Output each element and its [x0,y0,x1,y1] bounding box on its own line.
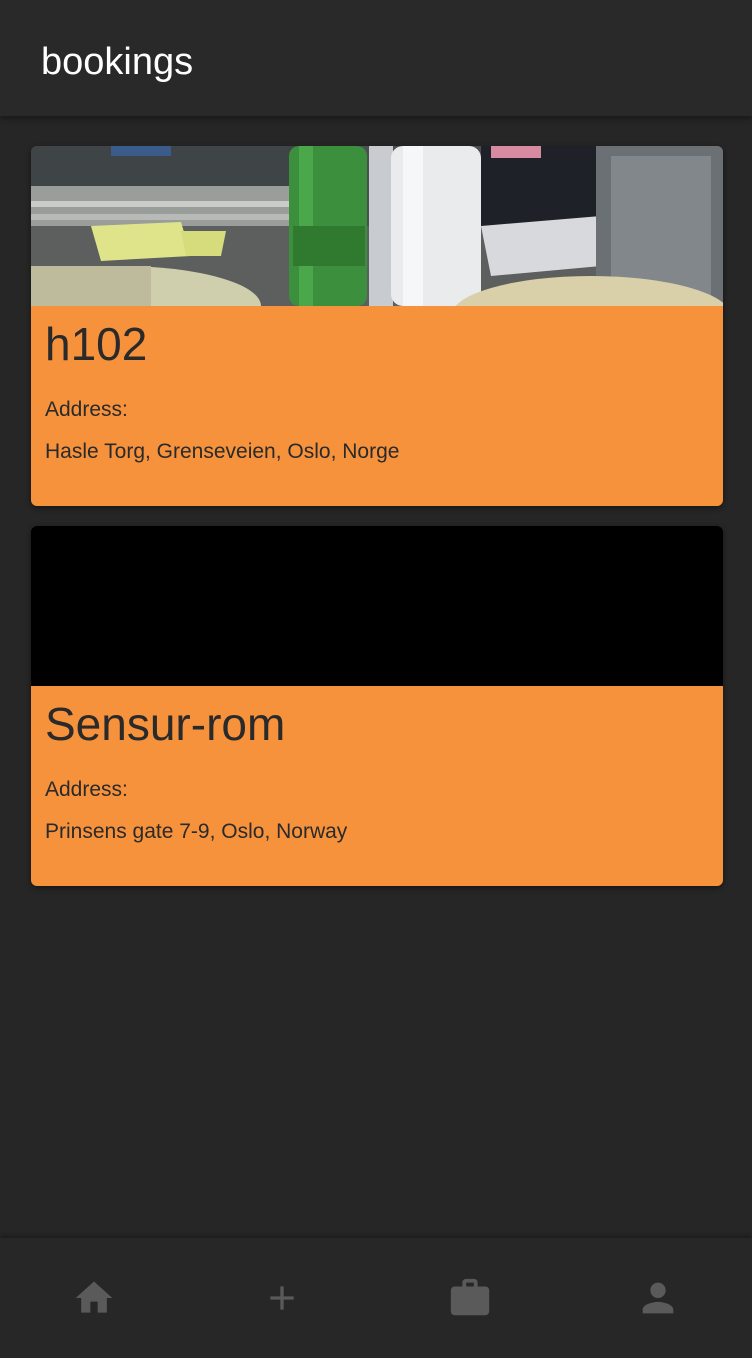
plus-icon [270,1286,294,1310]
booking-card[interactable]: Sensur-rom Address: Prinsens gate 7-9, O… [31,526,723,886]
address-label: Address: [45,778,128,801]
booking-address: Hasle Torg, Grenseveien, Oslo, Norge [45,440,400,463]
booking-name: h102 [45,318,148,370]
booking-address: Prinsens gate 7-9, Oslo, Norway [45,820,348,843]
booking-name: Sensur-rom [45,698,286,750]
booking-image [31,146,723,306]
home-icon [75,1281,113,1313]
room-photo [31,146,723,306]
booking-card-body: h102 Address: Hasle Torg, Grenseveien, O… [31,306,723,506]
booking-card[interactable]: h102 Address: Hasle Torg, Grenseveien, O… [31,146,723,506]
page-title: bookings [41,41,194,83]
black-placeholder [31,526,723,686]
top-app-bar: bookings [0,0,752,116]
briefcase-icon [450,1278,490,1316]
nav-profile[interactable] [564,1238,752,1358]
nav-home[interactable] [0,1238,188,1358]
nav-add[interactable] [188,1238,376,1358]
booking-card-body: Sensur-rom Address: Prinsens gate 7-9, O… [31,686,723,886]
bottom-navigation [0,1238,752,1358]
booking-image [31,526,723,686]
app: bookings h102 Address: Hasle Torg, Grens… [0,0,752,1358]
person-icon [642,1282,674,1314]
bookings-list: h102 Address: Hasle Torg, Grenseveien, O… [31,146,723,906]
nav-bookings[interactable] [376,1238,564,1358]
address-label: Address: [45,398,128,421]
